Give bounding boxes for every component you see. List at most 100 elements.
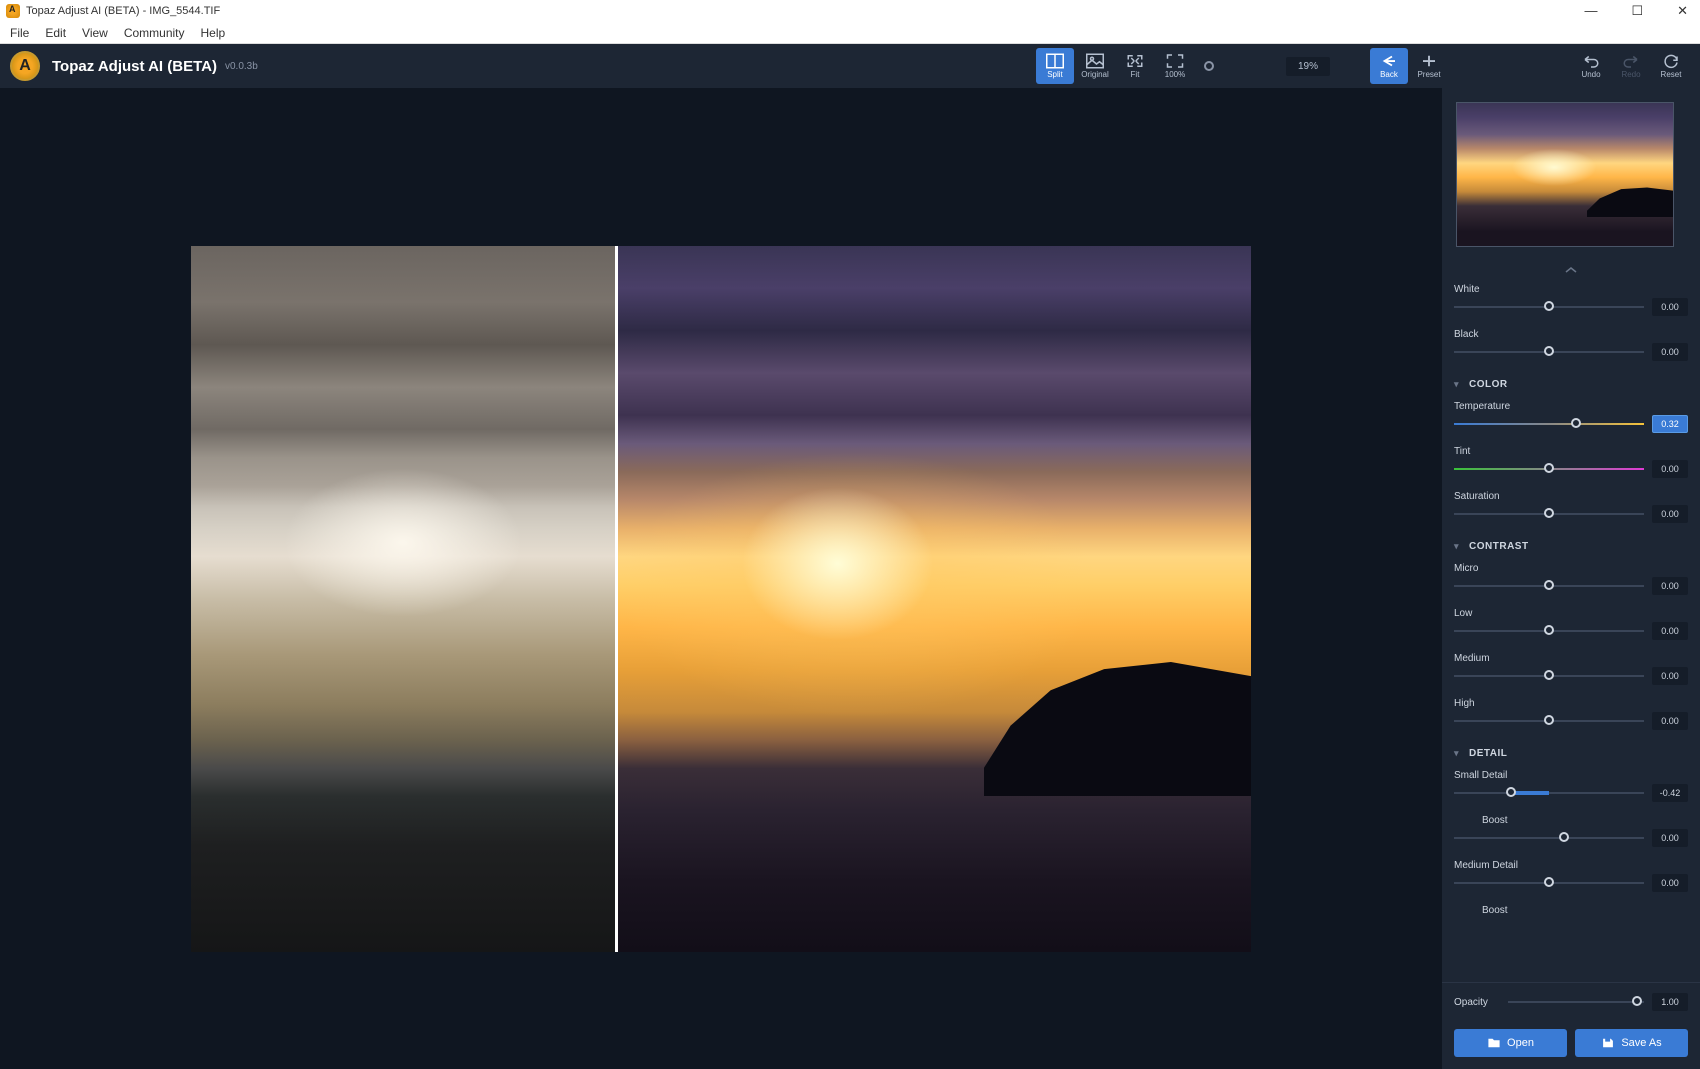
adjusted-image-half: [615, 246, 1251, 952]
opacity-label: Opacity: [1454, 997, 1488, 1008]
temperature-value[interactable]: 0.32: [1652, 415, 1688, 433]
zoom-percent-display[interactable]: 19%: [1286, 57, 1330, 76]
saturation-label: Saturation: [1454, 491, 1500, 502]
temperature-slider-row: Temperature 0.32: [1454, 396, 1688, 433]
saturation-value[interactable]: 0.00: [1652, 505, 1688, 523]
footer-buttons: Open Save As: [1442, 1021, 1700, 1069]
undo-button[interactable]: Undo: [1572, 48, 1610, 84]
micro-value[interactable]: 0.00: [1652, 577, 1688, 595]
medium-detail-slider[interactable]: [1454, 882, 1644, 884]
window-title: Topaz Adjust AI (BETA) - IMG_5544.TIF: [26, 5, 220, 17]
split-view-icon: [1046, 53, 1064, 69]
medium-detail-label: Medium Detail: [1454, 860, 1518, 871]
menu-help[interactable]: Help: [193, 24, 234, 42]
original-view-button[interactable]: Original: [1076, 48, 1114, 84]
low-value[interactable]: 0.00: [1652, 622, 1688, 640]
save-icon: [1601, 1036, 1615, 1050]
canvas-area[interactable]: [0, 88, 1442, 1069]
contrast-header-label: CONTRAST: [1469, 541, 1529, 552]
white-slider-row: White 0.00: [1454, 279, 1688, 316]
tint-value[interactable]: 0.00: [1652, 460, 1688, 478]
opacity-slider[interactable]: [1508, 1001, 1644, 1003]
sliders-scroll-area[interactable]: White 0.00 Black 0.00 ▾ COLOR Temperatur: [1442, 279, 1700, 982]
detail-header-label: DETAIL: [1469, 748, 1507, 759]
zoom-indicator-dot[interactable]: [1204, 61, 1214, 71]
save-as-label: Save As: [1621, 1037, 1661, 1049]
plus-icon: [1420, 53, 1438, 69]
redo-button[interactable]: Redo: [1612, 48, 1650, 84]
redo-label: Redo: [1621, 70, 1640, 79]
window-titlebar: Topaz Adjust AI (BETA) - IMG_5544.TIF — …: [0, 0, 1700, 22]
medium-detail-slider-row: Medium Detail 0.00: [1454, 855, 1688, 892]
temperature-label: Temperature: [1454, 401, 1510, 412]
window-controls: — ☐ ✕: [1578, 3, 1694, 19]
fit-view-button[interactable]: Fit: [1116, 48, 1154, 84]
contrast-section-header[interactable]: ▾ CONTRAST: [1454, 531, 1688, 558]
high-value[interactable]: 0.00: [1652, 712, 1688, 730]
chevron-down-icon: ▾: [1454, 748, 1459, 759]
high-label: High: [1454, 698, 1475, 709]
close-button[interactable]: ✕: [1671, 3, 1694, 19]
medium-slider[interactable]: [1454, 675, 1644, 677]
color-section-header[interactable]: ▾ COLOR: [1454, 369, 1688, 396]
low-slider[interactable]: [1454, 630, 1644, 632]
split-view-button[interactable]: Split: [1036, 48, 1074, 84]
low-label: Low: [1454, 608, 1472, 619]
menu-view[interactable]: View: [74, 24, 116, 42]
undo-label: Undo: [1581, 70, 1600, 79]
fit-view-label: Fit: [1131, 70, 1140, 79]
medium-slider-row: Medium 0.00: [1454, 648, 1688, 685]
black-value[interactable]: 0.00: [1652, 343, 1688, 361]
saturation-slider[interactable]: [1454, 513, 1644, 515]
preset-label: Preset: [1417, 70, 1440, 79]
micro-slider-row: Micro 0.00: [1454, 558, 1688, 595]
reset-button[interactable]: Reset: [1652, 48, 1690, 84]
medium-value[interactable]: 0.00: [1652, 667, 1688, 685]
main-area: White 0.00 Black 0.00 ▾ COLOR Temperatur: [0, 88, 1700, 1069]
small-detail-value[interactable]: -0.42: [1652, 784, 1688, 802]
menu-file[interactable]: File: [2, 24, 37, 42]
detail-section-header[interactable]: ▾ DETAIL: [1454, 738, 1688, 765]
maximize-button[interactable]: ☐: [1625, 3, 1649, 19]
save-as-button[interactable]: Save As: [1575, 1029, 1688, 1057]
high-slider[interactable]: [1454, 720, 1644, 722]
image-preview[interactable]: [191, 246, 1251, 952]
temperature-slider[interactable]: [1454, 423, 1644, 425]
small-boost-slider[interactable]: [1454, 837, 1644, 839]
black-slider[interactable]: [1454, 351, 1644, 353]
small-boost-label: Boost: [1482, 815, 1508, 826]
white-slider[interactable]: [1454, 306, 1644, 308]
back-label: Back: [1380, 70, 1398, 79]
chevron-up-icon: [1565, 266, 1577, 274]
open-button[interactable]: Open: [1454, 1029, 1567, 1057]
small-detail-slider[interactable]: [1454, 792, 1644, 794]
navigator-thumbnail[interactable]: [1456, 102, 1674, 247]
open-label: Open: [1507, 1037, 1534, 1049]
split-divider[interactable]: [615, 246, 618, 952]
panel-collapse-toggle[interactable]: [1442, 261, 1700, 279]
menu-bar: File Edit View Community Help: [0, 22, 1700, 44]
back-button[interactable]: Back: [1370, 48, 1408, 84]
medium-label: Medium: [1454, 653, 1490, 664]
menu-community[interactable]: Community: [116, 24, 193, 42]
chevron-down-icon: ▾: [1454, 379, 1459, 390]
opacity-value[interactable]: 1.00: [1652, 993, 1688, 1011]
zoom-100-button[interactable]: 100%: [1156, 48, 1194, 84]
image-icon: [1086, 53, 1104, 69]
tint-slider[interactable]: [1454, 468, 1644, 470]
medium-detail-value[interactable]: 0.00: [1652, 874, 1688, 892]
arrow-left-icon: [1380, 53, 1398, 69]
preset-button[interactable]: Preset: [1410, 48, 1448, 84]
thumbnail-container: [1442, 88, 1700, 261]
black-slider-row: Black 0.00: [1454, 324, 1688, 361]
micro-label: Micro: [1454, 563, 1478, 574]
fit-icon: [1126, 53, 1144, 69]
minimize-button[interactable]: —: [1578, 3, 1603, 19]
small-boost-value[interactable]: 0.00: [1652, 829, 1688, 847]
white-value[interactable]: 0.00: [1652, 298, 1688, 316]
menu-edit[interactable]: Edit: [37, 24, 74, 42]
micro-slider[interactable]: [1454, 585, 1644, 587]
opacity-row: Opacity 1.00: [1442, 982, 1700, 1021]
tint-slider-row: Tint 0.00: [1454, 441, 1688, 478]
medium-boost-label: Boost: [1482, 905, 1508, 916]
